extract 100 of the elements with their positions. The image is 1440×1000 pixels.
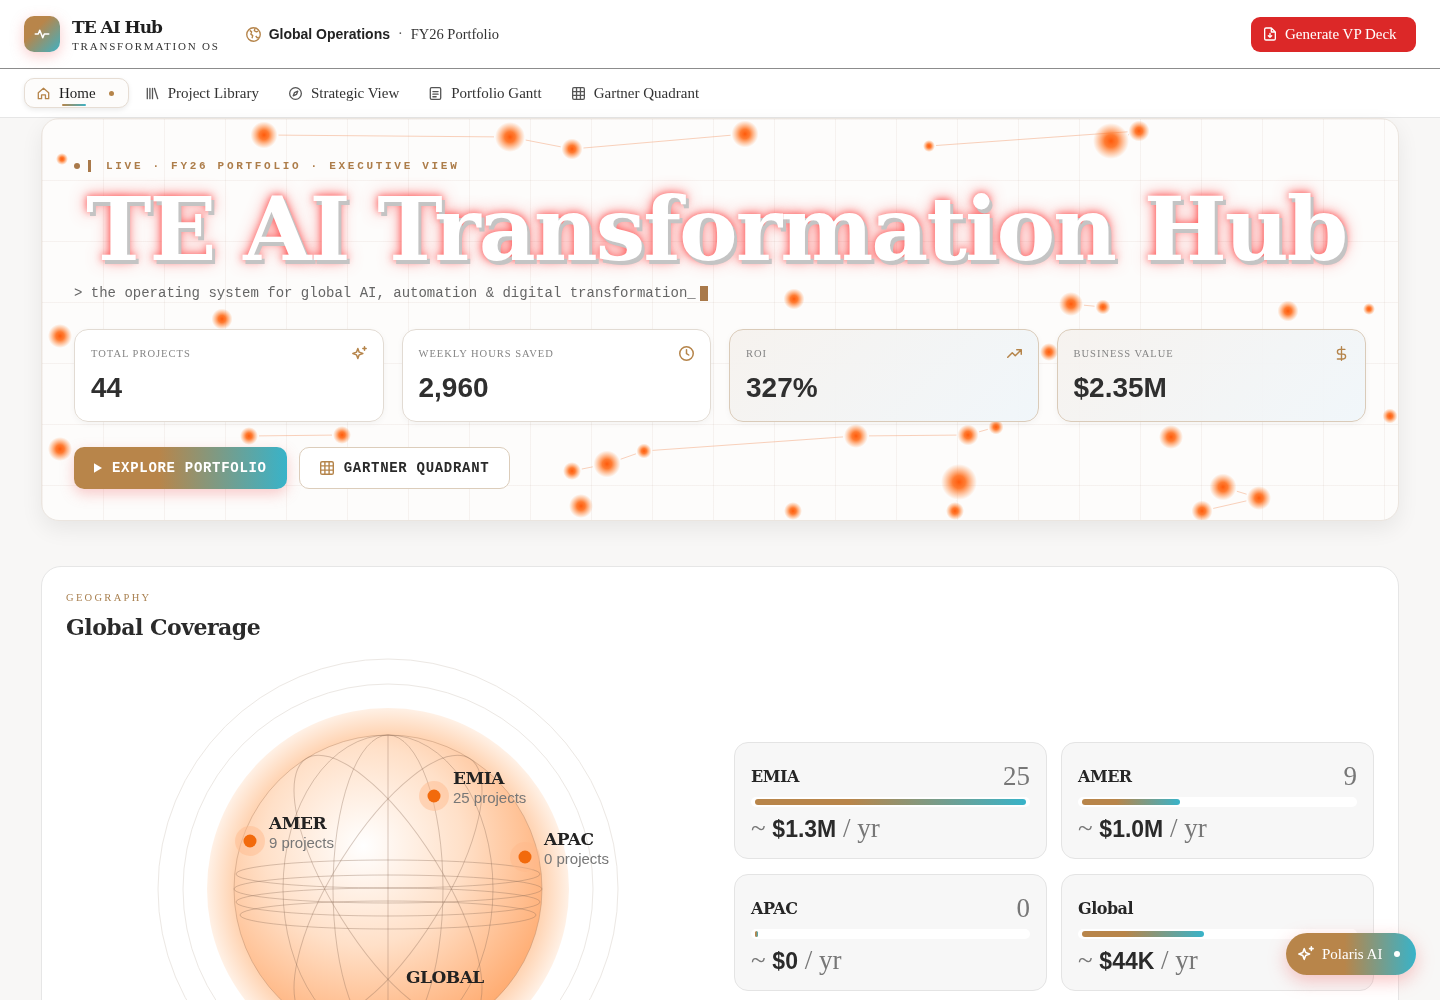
glow-dot-icon — [495, 122, 525, 152]
nav-tab[interactable]: Project Library — [132, 78, 272, 108]
project-count: 25 — [1003, 760, 1030, 792]
sparkle-icon — [351, 345, 367, 361]
glow-dot-icon — [56, 153, 68, 165]
nav-tab[interactable]: Strategic View — [275, 78, 413, 108]
glow-dot-icon — [1382, 408, 1398, 424]
project-count: 9 — [1343, 760, 1357, 792]
logo-icon — [24, 16, 60, 52]
glow-dot-icon — [784, 502, 802, 520]
stat-label: TOTAL PROJECTS — [91, 347, 191, 359]
play-icon — [94, 463, 102, 473]
clock-icon — [679, 345, 694, 361]
stat-value: 44 — [91, 371, 124, 405]
glow-dot-icon — [636, 443, 652, 459]
region-name: AMER — [1078, 766, 1132, 786]
connector-line — [1083, 304, 1096, 307]
glow-dot-icon — [48, 437, 72, 461]
glow-dot-icon — [1247, 486, 1271, 510]
region-name: EMIA — [751, 766, 799, 786]
home-icon — [37, 86, 50, 100]
glow-dot-icon — [211, 308, 233, 330]
connector-line — [620, 453, 637, 460]
portfolio-name: FY26 Portfolio — [410, 25, 499, 43]
active-dot-icon — [108, 90, 114, 96]
glow-dot-icon — [240, 427, 258, 445]
glow-dot-icon — [1059, 292, 1083, 316]
glow-dot-icon — [1095, 299, 1111, 315]
workspace-name: Global Operations — [268, 26, 390, 42]
books-icon — [145, 86, 159, 100]
region-label: APAC — [544, 829, 595, 849]
nav-tab[interactable]: Portfolio Gantt — [416, 78, 555, 108]
stat-label: WEEKLY HOURS SAVED — [418, 347, 554, 359]
project-count: 25 projects — [453, 788, 527, 808]
glow-dot-icon — [946, 502, 964, 520]
nav-tab[interactable]: Home — [24, 78, 129, 108]
glow-dot-icon — [593, 450, 621, 478]
grid-icon — [571, 86, 585, 100]
dollar-icon — [1334, 345, 1349, 361]
stat-value: 327% — [746, 371, 819, 405]
glow-dot-icon — [844, 424, 868, 448]
document-icon — [429, 86, 443, 100]
glow-dot-icon — [250, 121, 278, 149]
eyebrow-text: LIVE · FY26 PORTFOLIO · EXECUTIVE VIEW — [106, 160, 460, 172]
stat-label: ROI — [746, 347, 768, 359]
generate-deck-button[interactable]: Generate VP Deck — [1251, 16, 1416, 52]
glow-dot-icon — [1363, 303, 1375, 315]
glow-dot-icon — [941, 464, 977, 500]
region-label: GLOBAL — [406, 967, 484, 987]
status-dot-icon — [1394, 951, 1401, 957]
app-subtitle: TRANSFORMATION OS — [72, 38, 220, 53]
glow-dot-icon — [957, 424, 979, 446]
glow-dot-icon — [1159, 425, 1183, 449]
annual-value: ~ $44K / yr — [1078, 944, 1198, 977]
annual-value: ~ $1.0M / yr — [1078, 812, 1207, 845]
stat-label: BUSINESS VALUE — [1073, 347, 1174, 359]
connector-line — [978, 428, 989, 433]
accent-bar-icon — [88, 160, 91, 172]
app-title: TE AI Hub — [72, 15, 164, 38]
project-count: 9 projects — [269, 833, 335, 853]
connector-line — [1236, 490, 1248, 495]
sparkle-icon — [1298, 946, 1314, 962]
glow-dot-icon — [1040, 343, 1058, 361]
grid-icon — [319, 461, 334, 475]
glow-dot-icon — [1209, 473, 1237, 501]
location-marker-icon — [510, 842, 540, 872]
hero-title: TE AI Transformation Hub — [62, 173, 1371, 285]
compass-icon — [288, 86, 302, 100]
connector-line — [1212, 500, 1247, 509]
glow-dot-icon — [563, 462, 581, 480]
region-name: Global — [1078, 898, 1134, 918]
glow-dot-icon — [333, 426, 351, 444]
stat-value: 2,960 — [418, 371, 490, 405]
glow-dot-icon — [561, 138, 583, 160]
text-cursor-icon — [699, 285, 708, 301]
glow-dot-icon — [783, 288, 805, 310]
section-eyebrow: GEOGRAPHY — [66, 591, 153, 605]
glow-dot-icon — [923, 140, 935, 152]
globe-icon — [245, 26, 261, 42]
quadrant-button[interactable]: GARTNER QUADRANT — [298, 447, 511, 489]
annual-value: ~ $1.3M / yr — [751, 812, 880, 845]
location-marker-icon — [235, 826, 265, 856]
project-count: 0 projects — [544, 849, 610, 869]
active-underline — [62, 104, 86, 106]
nav-tab[interactable]: Gartner Quadrant — [558, 78, 713, 108]
glow-dot-icon — [1277, 300, 1299, 322]
separator: · — [398, 26, 403, 42]
stat-value: $2.35M — [1073, 371, 1168, 405]
region-label: EMIA — [453, 768, 506, 788]
region-label: AMER — [269, 813, 328, 833]
connector-line — [525, 139, 562, 148]
location-marker-icon — [419, 781, 449, 811]
region-name: APAC — [751, 898, 798, 918]
tagline-text: > the operating system for global AI, automation & digital transformation_ — [74, 285, 696, 301]
glow-dot-icon — [569, 494, 593, 518]
glow-dot-icon — [731, 120, 759, 148]
file-download-icon — [1264, 27, 1276, 41]
annual-value: ~ $0 / yr — [751, 944, 842, 977]
live-dot-icon — [74, 163, 80, 169]
connector-line — [581, 466, 594, 470]
